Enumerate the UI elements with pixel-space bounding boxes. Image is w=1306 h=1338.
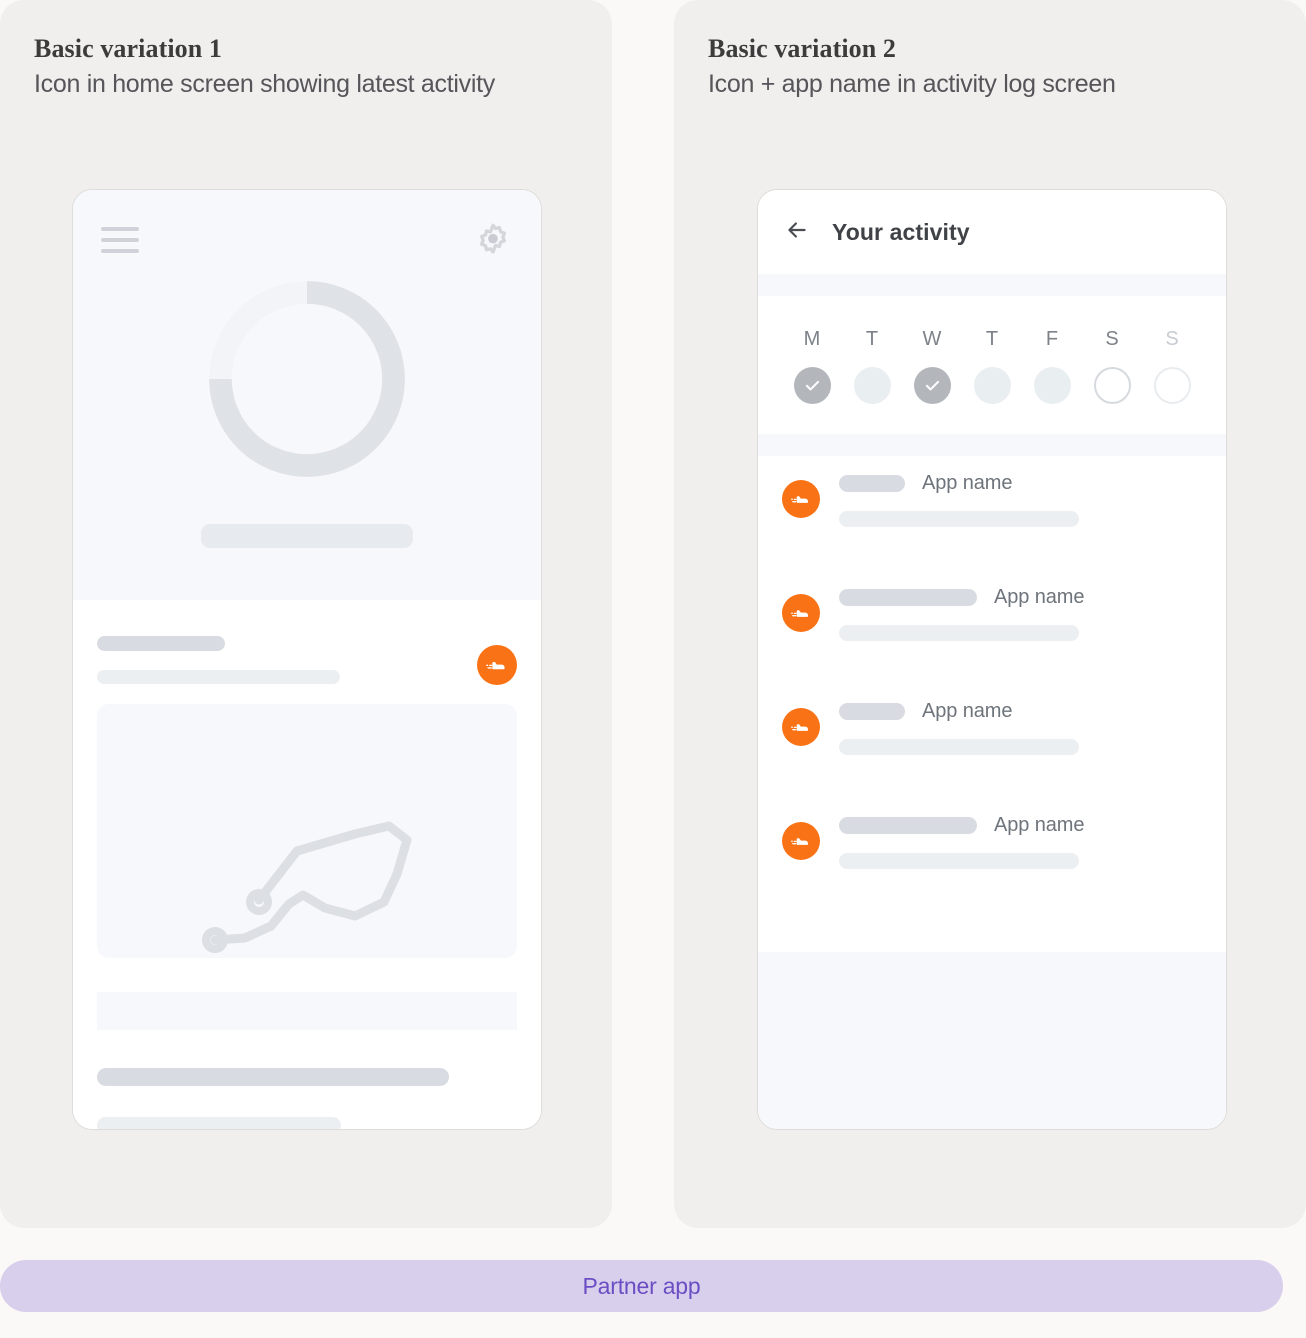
- home-footer-placeholders: [73, 1030, 541, 1129]
- list-empty-tail: [758, 952, 1226, 1129]
- activity-detail-placeholder: [839, 625, 1079, 641]
- partner-app-footer: Partner app: [0, 1260, 1283, 1312]
- running-shoe-icon[interactable]: [782, 822, 820, 860]
- day-label: T: [865, 328, 879, 350]
- page-title: Your activity: [832, 218, 970, 245]
- day-cell-wed[interactable]: W: [902, 328, 962, 404]
- day-cell-sat[interactable]: S: [1082, 328, 1142, 404]
- day-status-dot[interactable]: [1033, 367, 1071, 404]
- app-name-label: App name: [922, 472, 1013, 494]
- partner-app-label: Partner app: [582, 1272, 701, 1299]
- day-label: M: [803, 328, 821, 350]
- day-status-dot[interactable]: [853, 367, 891, 404]
- panel-1-header: Basic variation 1 Icon in home screen sh…: [0, 0, 612, 99]
- day-label: F: [1045, 328, 1059, 350]
- day-label: T: [985, 328, 999, 350]
- day-cell-thu[interactable]: T: [962, 328, 1022, 404]
- activity-detail-placeholder: [839, 739, 1079, 755]
- gear-icon[interactable]: [473, 220, 513, 260]
- panel-1-subtitle: Icon in home screen showing latest activ…: [34, 70, 495, 98]
- panel-2-header: Basic variation 2 Icon + app name in act…: [674, 0, 1306, 99]
- activity-name-placeholder: [839, 817, 977, 834]
- day-status-dot[interactable]: [913, 367, 951, 404]
- home-screen-phone-mockup: [72, 189, 542, 1130]
- latest-activity-card: [73, 600, 541, 1030]
- panel-2-subtitle: Icon + app name in activity log screen: [708, 70, 1116, 98]
- variation-panel-1: Basic variation 1 Icon in home screen sh…: [0, 0, 612, 1228]
- panel-2-title: Basic variation 2: [708, 34, 897, 63]
- footer-placeholder-bar-1: [97, 1068, 449, 1086]
- activity-title-placeholder: [97, 636, 225, 651]
- route-path-icon: [202, 821, 412, 958]
- app-name-label: App name: [922, 700, 1013, 722]
- route-map-preview[interactable]: [97, 704, 517, 958]
- running-shoe-icon[interactable]: [782, 480, 820, 518]
- day-status-dot[interactable]: [793, 367, 831, 404]
- day-status-dot[interactable]: [1153, 367, 1191, 404]
- list-item[interactable]: App name: [782, 466, 1202, 580]
- day-cell-mon[interactable]: M: [782, 328, 842, 404]
- progress-ring: [204, 276, 410, 482]
- back-arrow-icon[interactable]: [784, 217, 810, 248]
- app-bar-divider-band: [758, 274, 1226, 296]
- section-divider-band: [97, 992, 517, 1030]
- activity-subtitle-placeholder: [97, 670, 340, 684]
- home-hero-section: [73, 190, 541, 600]
- activity-name-placeholder: [839, 589, 977, 606]
- week-strip: M T W T F S S: [758, 296, 1226, 434]
- running-shoe-icon[interactable]: [782, 708, 820, 746]
- panel-1-title: Basic variation 1: [34, 34, 223, 63]
- day-cell-fri[interactable]: F: [1022, 328, 1082, 404]
- activity-detail-placeholder: [839, 511, 1079, 527]
- day-label: W: [922, 328, 942, 350]
- running-shoe-icon[interactable]: [782, 594, 820, 632]
- activity-log-list: App name App name App name App name: [758, 456, 1226, 952]
- activity-name-placeholder: [839, 475, 905, 492]
- day-status-dot[interactable]: [1093, 367, 1131, 404]
- day-label: S: [1105, 328, 1119, 350]
- check-icon: [925, 380, 939, 391]
- week-strip-divider-band: [758, 434, 1226, 456]
- check-icon: [805, 380, 819, 391]
- day-cell-sun[interactable]: S: [1142, 328, 1202, 404]
- activity-log-phone-mockup: Your activity M T W T F S S App name App…: [757, 189, 1227, 1130]
- app-name-label: App name: [994, 814, 1085, 836]
- running-shoe-icon[interactable]: [477, 645, 517, 685]
- list-item[interactable]: App name: [782, 808, 1202, 922]
- activity-detail-placeholder: [839, 853, 1079, 869]
- day-label: S: [1165, 328, 1179, 350]
- hamburger-icon[interactable]: [101, 227, 139, 253]
- day-status-dot[interactable]: [973, 367, 1011, 404]
- hero-placeholder-bar: [201, 524, 413, 548]
- app-name-label: App name: [994, 586, 1085, 608]
- list-item[interactable]: App name: [782, 580, 1202, 694]
- activity-card-header: [97, 636, 517, 698]
- footer-placeholder-bar-2: [97, 1117, 341, 1129]
- activity-name-placeholder: [839, 703, 905, 720]
- activity-app-bar: Your activity: [758, 190, 1226, 274]
- list-item[interactable]: App name: [782, 694, 1202, 808]
- variation-panel-2: Basic variation 2 Icon + app name in act…: [674, 0, 1306, 1228]
- variations-container: Basic variation 1 Icon in home screen sh…: [0, 0, 1306, 1228]
- home-top-bar: [73, 190, 541, 260]
- day-cell-tue[interactable]: T: [842, 328, 902, 404]
